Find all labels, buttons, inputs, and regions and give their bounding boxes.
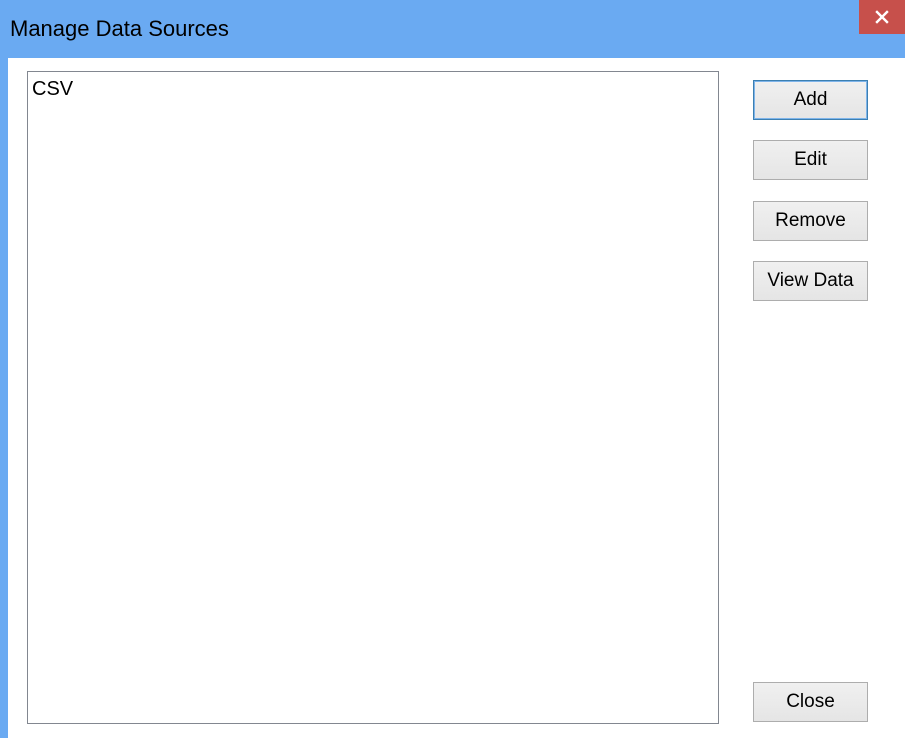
edit-button[interactable]: Edit (753, 140, 868, 180)
list-item[interactable]: CSV (32, 78, 73, 101)
window-close-button[interactable] (859, 0, 905, 34)
window-title: Manage Data Sources (10, 16, 229, 41)
remove-button[interactable]: Remove (753, 201, 868, 241)
close-button[interactable]: Close (753, 682, 868, 722)
dialog-body: CSV Add Edit Remove View Data Close (8, 58, 905, 738)
add-button[interactable]: Add (753, 80, 868, 120)
manage-data-sources-dialog: Manage Data Sources CSV Add Edit Remove … (0, 0, 905, 738)
title-bar[interactable]: Manage Data Sources (0, 0, 905, 58)
view-data-button[interactable]: View Data (753, 261, 868, 301)
data-sources-list[interactable]: CSV (27, 71, 719, 724)
close-icon (875, 10, 889, 24)
